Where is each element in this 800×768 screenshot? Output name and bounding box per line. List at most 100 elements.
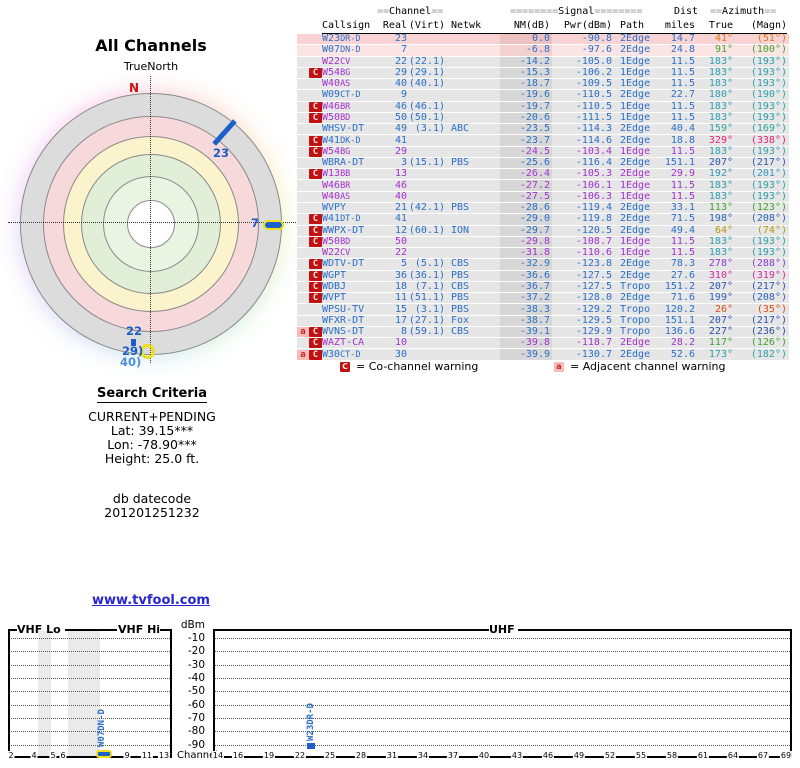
channel-tick-label: 6	[59, 751, 67, 760]
path-type: 2Edge	[620, 258, 651, 270]
virtual-channel	[409, 34, 445, 44]
azimuth-magnetic: (193°)	[750, 111, 787, 123]
distance-miles: 33.1	[670, 202, 695, 214]
network	[445, 214, 486, 224]
table-row: C WVPT 11 (51.1) PBS -37.2 -128.0 2Edge …	[297, 292, 789, 305]
gridline-vhf	[9, 691, 170, 692]
distance-miles: 11.5	[670, 247, 695, 259]
path-type: 1Edge	[620, 235, 651, 247]
callsign: W46 BR	[322, 100, 351, 112]
distance-miles: 120.2	[664, 303, 695, 315]
col-netwk: Netwk	[451, 20, 482, 31]
virtual-channel: (5.1)	[414, 258, 445, 270]
adjacent-channel-warning-badge	[297, 203, 309, 213]
channel-tick-label: 31	[385, 751, 399, 760]
virtual-channel	[409, 135, 445, 145]
distance-miles: 151.1	[664, 314, 695, 326]
gridline-vhf	[9, 651, 170, 652]
path-type: 2Edge	[620, 157, 651, 169]
path-type: 2Edge	[620, 337, 651, 349]
network	[445, 180, 486, 190]
adjacent-channel-warning-badge	[297, 293, 309, 303]
azimuth-true: 183°	[708, 235, 733, 247]
criteria-lat: Lat: 39.15***	[110, 423, 194, 438]
azimuth-magnetic: (193°)	[750, 100, 787, 112]
table-header-dist: Dist	[674, 6, 699, 17]
path-type: 2Edge	[620, 292, 651, 304]
azimuth-true: 199°	[708, 292, 733, 304]
adjacent-channel-legend-icon: a	[554, 362, 564, 372]
azimuth-true: 183°	[708, 247, 733, 259]
path-type: 2Edge	[620, 44, 651, 56]
azimuth-true: 207°	[708, 157, 733, 169]
path-type: 1Edge	[620, 145, 651, 157]
virtual-channel: (51.1)	[408, 292, 445, 304]
virtual-channel: (22.1)	[408, 55, 445, 67]
azimuth-magnetic: (217°)	[750, 157, 787, 169]
path-type: 1Edge	[620, 111, 651, 123]
noise-margin-db: -27.5	[486, 191, 552, 202]
azimuth-magnetic: (217°)	[750, 314, 787, 326]
real-channel: 10	[394, 337, 407, 349]
path-type: Tropo	[620, 280, 651, 292]
co-channel-warning-badge: C	[309, 338, 322, 349]
noise-margin-db: -15.3	[486, 67, 552, 79]
noise-margin-db: -18.7	[486, 79, 552, 90]
adjacent-channel-warning-badge	[297, 192, 309, 202]
noise-margin-db: -14.2	[486, 56, 552, 67]
gridline-vhf	[9, 665, 170, 666]
path-type: 2Edge	[620, 168, 651, 180]
azimuth-true: 64°	[714, 224, 733, 236]
network	[445, 169, 486, 179]
azimuth-magnetic: (74°)	[756, 224, 787, 236]
co-channel-warning-badge: C	[309, 293, 322, 304]
col-true: True	[708, 20, 733, 31]
azimuth-true: 278°	[708, 258, 733, 270]
channel-tick-label: 5	[49, 751, 57, 760]
gridline-uhf	[215, 718, 790, 719]
channel-tick-label: 4	[30, 751, 38, 760]
virtual-channel: (7.1)	[414, 280, 445, 292]
co-channel-warning-badge: C	[309, 214, 322, 225]
noise-margin-db: -29.0	[486, 214, 552, 225]
power-dbm: -118.7	[575, 337, 612, 349]
real-channel: 40	[394, 78, 407, 90]
azimuth-magnetic: (288°)	[750, 258, 787, 270]
gridline-uhf	[215, 745, 790, 746]
co-channel-warning-badge: C	[309, 112, 322, 123]
gridline-vhf	[9, 731, 170, 732]
distance-miles: 71.5	[670, 213, 695, 225]
channel-tick-label: 14	[211, 751, 225, 760]
channel-tick-label: 64	[726, 751, 740, 760]
real-channel: 49	[394, 123, 407, 135]
virtual-channel	[409, 90, 445, 100]
spectrum-label-w07dn-d: W07DN-D	[97, 709, 107, 747]
azimuth-true: 310°	[708, 269, 733, 281]
azimuth-true: 198°	[708, 213, 733, 225]
virtual-channel: (42.1)	[408, 202, 445, 214]
power-dbm: -106.3	[575, 190, 612, 202]
azimuth-true: 180°	[708, 89, 733, 101]
table-row: WHSV-DT 49 (3.1) ABC -23.5 -114.3 2Edge …	[297, 123, 789, 136]
path-type: 2Edge	[620, 348, 651, 360]
co-channel-warning-badge	[309, 34, 322, 44]
tvfool-link[interactable]: www.tvfool.com	[92, 593, 210, 608]
distance-miles: 11.5	[670, 100, 695, 112]
real-channel: 7	[400, 44, 407, 56]
path-type: Tropo	[620, 303, 651, 315]
adjacent-channel-warning-badge	[297, 214, 309, 224]
power-dbm: -127.5	[575, 269, 612, 281]
azimuth-true: 26°	[714, 303, 733, 315]
radar-label-channel-22: 22	[126, 324, 143, 338]
real-channel: 50	[394, 111, 407, 123]
azimuth-magnetic: (193°)	[750, 145, 787, 157]
callsign: W22 CV	[322, 247, 351, 259]
radar-vertical-axis	[150, 76, 151, 363]
callsign: W54 BG	[322, 145, 351, 157]
real-channel: 29	[394, 66, 407, 78]
azimuth-magnetic: (193°)	[750, 179, 787, 191]
azimuth-true: 173°	[708, 348, 733, 360]
azimuth-magnetic: (201°)	[750, 168, 787, 180]
adjacent-channel-warning-badge	[297, 248, 309, 258]
virtual-channel: (40.1)	[408, 78, 445, 90]
